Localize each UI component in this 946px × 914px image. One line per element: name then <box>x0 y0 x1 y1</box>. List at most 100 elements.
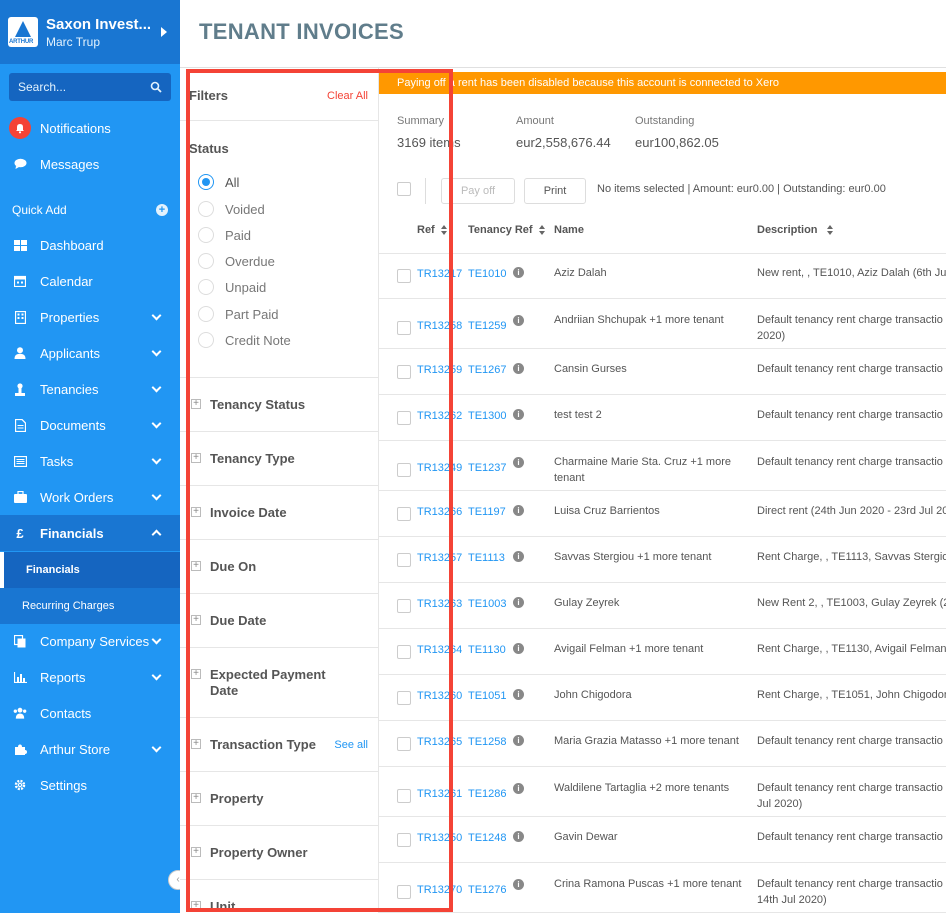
plus-circle-icon[interactable]: + <box>156 204 168 216</box>
info-icon[interactable]: i <box>513 783 524 794</box>
subnav-recurring-charges[interactable]: Recurring Charges <box>0 588 180 624</box>
plus-icon[interactable]: + <box>191 453 201 463</box>
plus-icon[interactable]: + <box>191 399 201 409</box>
filter-unit[interactable]: + Unit <box>180 879 378 914</box>
table-row[interactable]: TR13260 TE1051 i John Chigodora Rent Charge,… <box>379 675 946 721</box>
info-icon[interactable]: i <box>513 551 524 562</box>
row-checkbox[interactable] <box>397 553 411 567</box>
filter-expected-payment-date[interactable]: + Expected Payment Date <box>180 647 378 717</box>
nav-dashboard[interactable]: Dashboard <box>0 227 180 263</box>
invoice-ref-link[interactable]: TR13270 <box>417 884 462 896</box>
tenancy-ref-link[interactable]: TE1286 <box>468 788 507 800</box>
radio-icon[interactable] <box>198 201 214 217</box>
invoice-ref-link[interactable]: TR13263 <box>417 598 462 610</box>
row-checkbox[interactable] <box>397 737 411 751</box>
table-row[interactable]: TR13250 TE1248 i Gavin Dewar Default tenancy… <box>379 817 946 863</box>
table-row[interactable]: TR13264 TE1130 i Avigail Felman +1 more ten… <box>379 629 946 675</box>
filter-tenancy-status[interactable]: + Tenancy Status <box>180 377 378 431</box>
plus-icon[interactable]: + <box>191 847 201 857</box>
tenancy-ref-link[interactable]: TE1276 <box>468 884 507 896</box>
invoice-ref-link[interactable]: TR13257 <box>417 552 462 564</box>
filter-tenancy-type[interactable]: + Tenancy Type <box>180 431 378 485</box>
chevron-down-icon[interactable] <box>151 382 162 393</box>
table-row[interactable]: TR13266 TE1197 i Luisa Cruz Barrientos Direc… <box>379 491 946 537</box>
radio-icon[interactable] <box>198 279 214 295</box>
invoice-ref-link[interactable]: TR13266 <box>417 506 462 518</box>
search-input[interactable]: Search... <box>9 73 171 101</box>
radio-icon[interactable] <box>198 227 214 243</box>
filter-invoice-date[interactable]: + Invoice Date <box>180 485 378 539</box>
subnav-financials[interactable]: Financials <box>0 552 180 588</box>
plus-icon[interactable]: + <box>191 793 201 803</box>
radio-icon[interactable] <box>198 332 214 348</box>
clear-all-link[interactable]: Clear All <box>327 90 368 102</box>
filter-due-date[interactable]: + Due Date <box>180 593 378 647</box>
tenancy-ref-link[interactable]: TE1130 <box>468 644 506 656</box>
row-checkbox[interactable] <box>397 789 411 803</box>
invoice-ref-link[interactable]: TR13262 <box>417 410 462 422</box>
nav-reports[interactable]: Reports <box>0 659 180 695</box>
invoice-ref-link[interactable]: TR13250 <box>417 832 462 844</box>
row-checkbox[interactable] <box>397 645 411 659</box>
plus-icon[interactable]: + <box>191 669 201 679</box>
invoice-ref-link[interactable]: TR13260 <box>417 690 462 702</box>
nav-arthur-store[interactable]: Arthur Store <box>0 731 180 767</box>
plus-icon[interactable]: + <box>191 561 201 571</box>
select-all-checkbox[interactable] <box>397 182 411 196</box>
table-row[interactable]: TR13270 TE1276 i Crina Ramona Puscas +1 mor… <box>379 863 946 913</box>
search-icon[interactable] <box>150 81 162 93</box>
table-row[interactable]: TR13262 TE1300 i test test 2 Default tenancy… <box>379 395 946 441</box>
table-row[interactable]: TR13249 TE1237 i Charmaine Marie Sta. Cruz … <box>379 441 946 491</box>
info-icon[interactable]: i <box>513 267 524 278</box>
status-radio-part-paid[interactable]: Part Paid <box>198 306 278 322</box>
row-checkbox[interactable] <box>397 507 411 521</box>
sort-icon[interactable] <box>538 225 545 235</box>
info-icon[interactable]: i <box>513 409 524 420</box>
status-radio-unpaid[interactable]: Unpaid <box>198 279 266 295</box>
nav-messages[interactable]: Messages <box>0 146 180 182</box>
tenancy-ref-link[interactable]: TE1051 <box>468 690 507 702</box>
pay-off-button[interactable]: Pay off <box>441 178 515 204</box>
filter-transaction-type[interactable]: + Transaction Type See all <box>180 717 378 771</box>
filter-property-owner[interactable]: + Property Owner <box>180 825 378 879</box>
radio-selected-icon[interactable] <box>198 174 214 190</box>
nav-settings[interactable]: Settings <box>0 767 180 803</box>
see-all-link[interactable]: See all <box>334 739 368 751</box>
account-switcher[interactable]: ARTHUR Saxon Invest... Marc Trup <box>0 0 180 64</box>
chevron-down-icon[interactable] <box>151 742 162 753</box>
row-checkbox[interactable] <box>397 885 411 899</box>
caret-right-icon[interactable] <box>161 27 167 37</box>
table-row[interactable]: TR13265 TE1258 i Maria Grazia Matasso +1 mo… <box>379 721 946 767</box>
print-button[interactable]: Print <box>524 178 586 204</box>
chevron-down-icon[interactable] <box>151 418 162 429</box>
row-checkbox[interactable] <box>397 599 411 613</box>
col-header-tenancy-ref[interactable]: Tenancy Ref <box>468 224 545 236</box>
invoice-ref-link[interactable]: TR13264 <box>417 644 462 656</box>
row-checkbox[interactable] <box>397 463 411 477</box>
invoice-ref-link[interactable]: TR13258 <box>417 320 462 332</box>
nav-documents[interactable]: Documents <box>0 407 180 443</box>
invoice-ref-link[interactable]: TR13217 <box>417 268 462 280</box>
nav-contacts[interactable]: Contacts <box>0 695 180 731</box>
table-row[interactable]: TR13257 TE1113 i Savvas Stergiou +1 more te… <box>379 537 946 583</box>
col-header-ref[interactable]: Ref <box>417 224 447 236</box>
nav-work-orders[interactable]: Work Orders <box>0 479 180 515</box>
invoice-ref-link[interactable]: TR13265 <box>417 736 462 748</box>
info-icon[interactable]: i <box>513 597 524 608</box>
table-row[interactable]: TR13217 TE1010 i Aziz Dalah New rent, , TE10… <box>379 253 946 299</box>
tenancy-ref-link[interactable]: TE1113 <box>468 552 505 564</box>
table-row[interactable]: TR13261 TE1286 i Waldilene Tartaglia +2 mor… <box>379 767 946 817</box>
row-checkbox[interactable] <box>397 691 411 705</box>
row-checkbox[interactable] <box>397 365 411 379</box>
sort-icon[interactable] <box>440 225 447 235</box>
col-header-name[interactable]: Name <box>554 224 584 236</box>
chevron-down-icon[interactable] <box>151 670 162 681</box>
row-checkbox[interactable] <box>397 269 411 283</box>
tenancy-ref-link[interactable]: TE1258 <box>468 736 507 748</box>
plus-icon[interactable]: + <box>191 901 201 911</box>
sort-icon[interactable] <box>826 225 833 235</box>
nav-tasks[interactable]: Tasks <box>0 443 180 479</box>
nav-notifications[interactable]: Notifications <box>0 110 180 146</box>
row-checkbox[interactable] <box>397 321 411 335</box>
tenancy-ref-link[interactable]: TE1267 <box>468 364 507 376</box>
